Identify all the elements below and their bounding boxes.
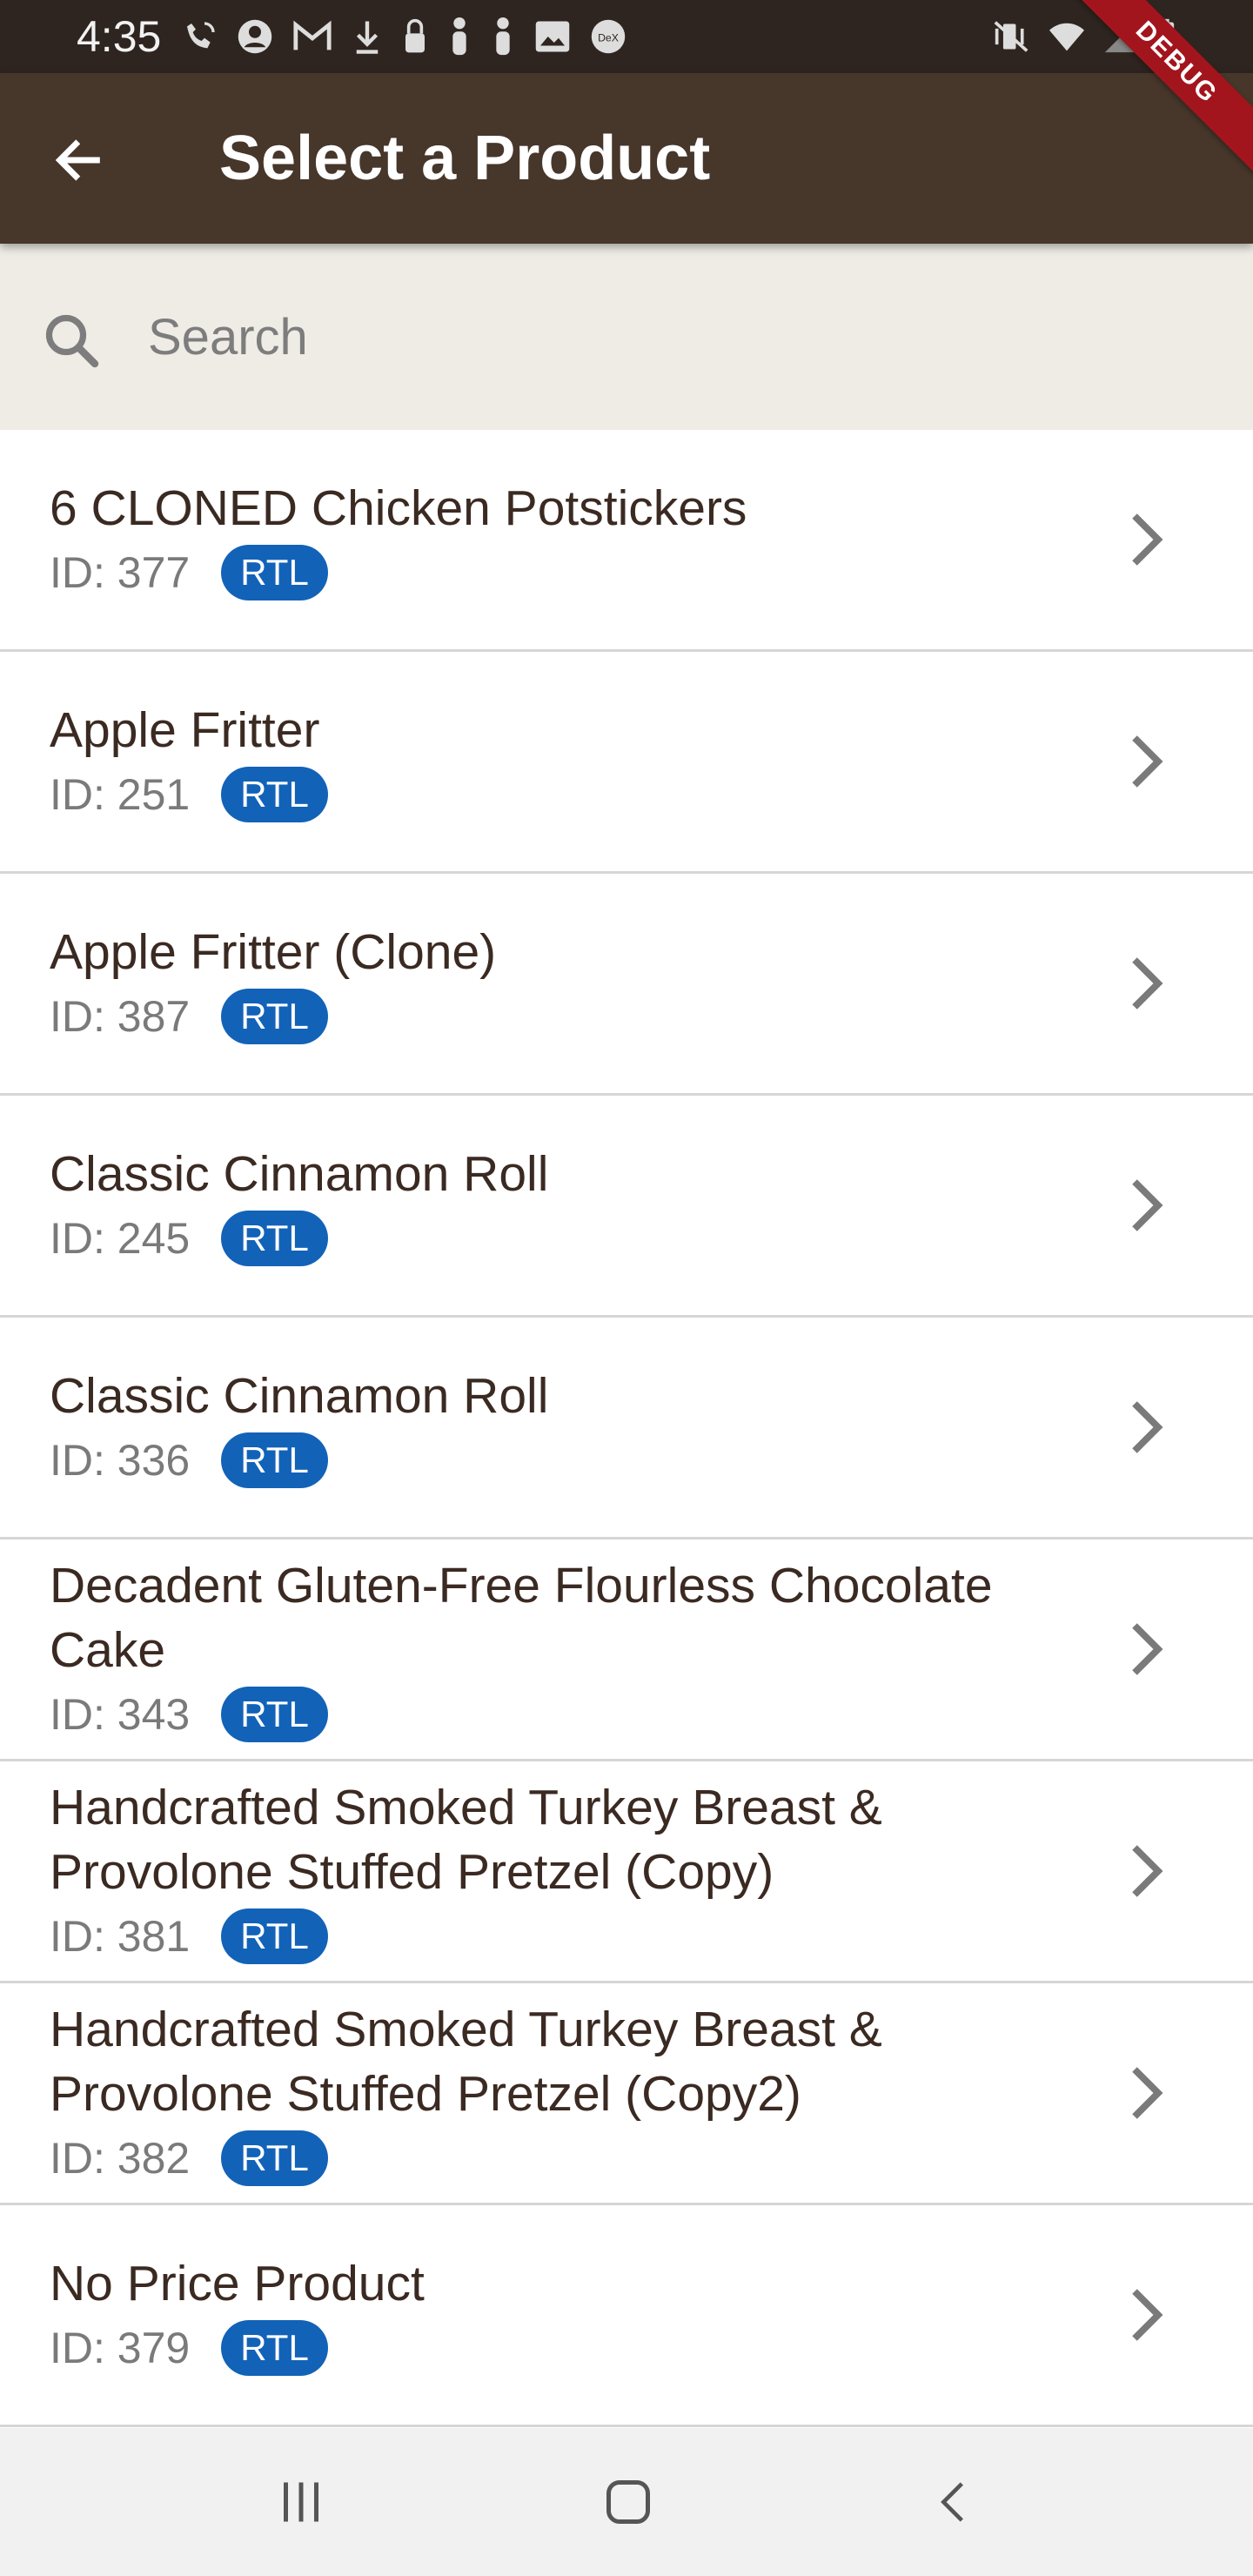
product-name: Apple Fritter bbox=[50, 702, 320, 758]
search-input[interactable] bbox=[146, 289, 1190, 385]
product-name: Handcrafted Smoked Turkey Breast & Provo… bbox=[50, 2002, 882, 2122]
home-icon bbox=[606, 2480, 650, 2524]
status-time: 4:35 bbox=[77, 12, 162, 61]
product-id: ID: 343 bbox=[50, 1690, 191, 1739]
product-meta: ID: 336 RTL bbox=[50, 1430, 1079, 1491]
list-item[interactable]: Decadent Gluten-Free Flourless Chocolate… bbox=[0, 1540, 1253, 1761]
list-item[interactable]: Classic Cinnamon Roll ID: 245 RTL bbox=[0, 1096, 1253, 1318]
person-icon bbox=[447, 17, 472, 57]
list-item[interactable]: No Price Product ID: 379 RTL bbox=[0, 2205, 1253, 2427]
status-bar: 4:35 DeX bbox=[0, 0, 1253, 73]
rtl-badge: RTL bbox=[221, 1432, 328, 1488]
list-item[interactable]: Apple Fritter ID: 251 RTL bbox=[0, 652, 1253, 874]
wifi-icon bbox=[1048, 19, 1086, 54]
product-id: ID: 377 bbox=[50, 548, 191, 597]
search-icon bbox=[45, 314, 99, 368]
home-button[interactable] bbox=[576, 2459, 680, 2546]
vibrate-mute-icon bbox=[992, 19, 1030, 54]
product-name: Classic Cinnamon Roll bbox=[50, 1146, 549, 1202]
gmail-icon bbox=[292, 19, 332, 54]
product-name: No Price Product bbox=[50, 2256, 425, 2311]
chevron-right-icon bbox=[1132, 2289, 1163, 2341]
rtl-badge: RTL bbox=[221, 2130, 328, 2186]
product-id: ID: 251 bbox=[50, 770, 191, 819]
product-meta: ID: 382 RTL bbox=[50, 2128, 1079, 2189]
arrow-back-icon bbox=[55, 139, 100, 181]
back-button[interactable] bbox=[35, 117, 122, 204]
account-circle-icon bbox=[237, 18, 273, 55]
rtl-badge: RTL bbox=[221, 1687, 328, 1742]
list-item[interactable]: Handcrafted Smoked Turkey Breast & Provo… bbox=[0, 1983, 1253, 2205]
battery-charging-icon bbox=[1156, 17, 1176, 56]
list-item-text: No Price Product ID: 379 RTL bbox=[0, 2251, 1079, 2378]
rtl-badge: RTL bbox=[221, 1909, 328, 1964]
product-id: ID: 381 bbox=[50, 1912, 191, 1961]
product-id: ID: 382 bbox=[50, 2134, 191, 2183]
lock-icon bbox=[402, 17, 428, 56]
image-icon bbox=[534, 19, 571, 54]
rtl-badge: RTL bbox=[221, 2320, 328, 2376]
back-icon bbox=[941, 2482, 963, 2522]
notification-icons: DeX bbox=[183, 16, 626, 57]
app-bar: Select a Product bbox=[0, 73, 1253, 244]
download-icon bbox=[352, 18, 383, 55]
chevron-right-icon bbox=[1132, 1179, 1163, 1231]
product-name: Apple Fritter (Clone) bbox=[50, 924, 497, 980]
product-name: Handcrafted Smoked Turkey Breast & Provo… bbox=[50, 1780, 882, 1900]
rtl-badge: RTL bbox=[221, 989, 328, 1044]
list-item-text: Decadent Gluten-Free Flourless Chocolate… bbox=[0, 1553, 1079, 1745]
wifi-calling-icon bbox=[183, 19, 218, 54]
product-id: ID: 387 bbox=[50, 992, 191, 1041]
list-item[interactable]: Apple Fritter (Clone) ID: 387 RTL bbox=[0, 874, 1253, 1096]
rtl-badge: RTL bbox=[221, 545, 328, 600]
product-id: ID: 379 bbox=[50, 2324, 191, 2372]
list-item-text: Handcrafted Smoked Turkey Breast & Provo… bbox=[0, 1775, 1079, 1967]
chevron-right-icon bbox=[1132, 2067, 1163, 2119]
product-meta: ID: 381 RTL bbox=[50, 1906, 1079, 1967]
system-icons bbox=[992, 16, 1176, 57]
chevron-right-icon bbox=[1132, 957, 1163, 1010]
product-meta: ID: 251 RTL bbox=[50, 764, 1079, 825]
chevron-right-icon bbox=[1132, 1401, 1163, 1453]
chevron-right-icon bbox=[1132, 513, 1163, 566]
product-id: ID: 336 bbox=[50, 1436, 191, 1485]
product-meta: ID: 377 RTL bbox=[50, 542, 1079, 603]
list-item-text: 6 CLONED Chicken Potstickers ID: 377 RTL bbox=[0, 476, 1079, 603]
product-id: ID: 245 bbox=[50, 1214, 191, 1263]
list-item-text: Apple Fritter ID: 251 RTL bbox=[0, 698, 1079, 825]
signal-icon bbox=[1103, 19, 1138, 54]
list-item[interactable]: Classic Cinnamon Roll ID: 336 RTL bbox=[0, 1318, 1253, 1540]
chevron-right-icon bbox=[1132, 1845, 1163, 1897]
list-item-text: Handcrafted Smoked Turkey Breast & Provo… bbox=[0, 1997, 1079, 2189]
person-icon bbox=[491, 17, 515, 57]
search-bar bbox=[0, 244, 1253, 430]
chevron-right-icon bbox=[1132, 1623, 1163, 1675]
page-title: Select a Product bbox=[219, 124, 711, 193]
recent-apps-icon bbox=[284, 2482, 318, 2522]
product-name: 6 CLONED Chicken Potstickers bbox=[50, 480, 747, 536]
recent-apps-button[interactable] bbox=[249, 2459, 353, 2546]
svg-text:DeX: DeX bbox=[598, 31, 619, 44]
rtl-badge: RTL bbox=[221, 1211, 328, 1266]
list-item[interactable]: Handcrafted Smoked Turkey Breast & Provo… bbox=[0, 1761, 1253, 1983]
list-item-text: Classic Cinnamon Roll ID: 245 RTL bbox=[0, 1142, 1079, 1269]
product-name: Decadent Gluten-Free Flourless Chocolate… bbox=[50, 1558, 993, 1678]
product-meta: ID: 387 RTL bbox=[50, 986, 1079, 1047]
product-meta: ID: 343 RTL bbox=[50, 1684, 1079, 1745]
list-item[interactable]: 6 CLONED Chicken Potstickers ID: 377 RTL bbox=[0, 430, 1253, 652]
list-item-text: Apple Fritter (Clone) ID: 387 RTL bbox=[0, 920, 1079, 1047]
navigation-bar bbox=[0, 2428, 1253, 2576]
dex-icon: DeX bbox=[590, 18, 626, 55]
product-list: 6 CLONED Chicken Potstickers ID: 377 RTL Ap… bbox=[0, 430, 1253, 2428]
product-meta: ID: 245 RTL bbox=[50, 1208, 1079, 1269]
product-meta: ID: 379 RTL bbox=[50, 2318, 1079, 2378]
chevron-right-icon bbox=[1132, 735, 1163, 788]
list-item-text: Classic Cinnamon Roll ID: 336 RTL bbox=[0, 1364, 1079, 1491]
rtl-badge: RTL bbox=[221, 767, 328, 822]
product-name: Classic Cinnamon Roll bbox=[50, 1368, 549, 1424]
nav-back-button[interactable] bbox=[901, 2459, 1006, 2546]
